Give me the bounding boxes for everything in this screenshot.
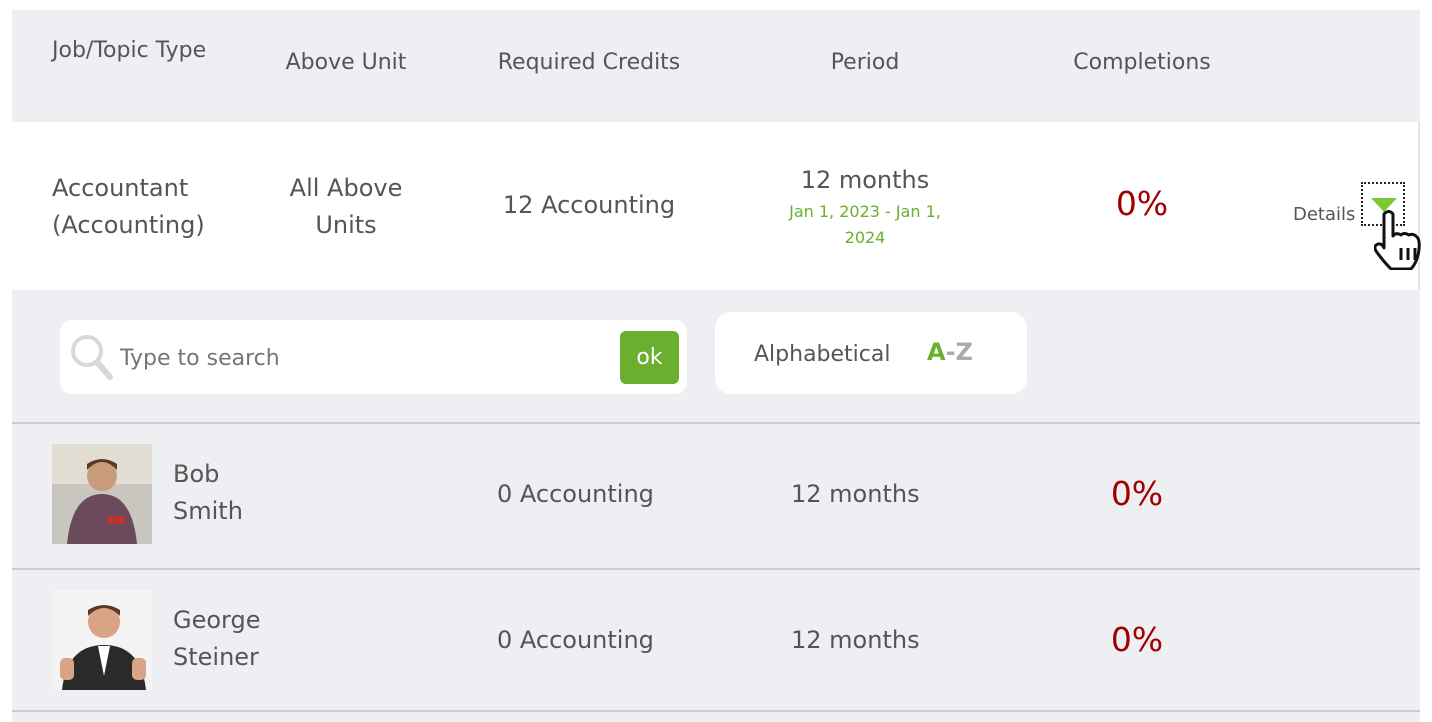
requirements-panel: Job/Topic Type Above Unit Required Credi… <box>12 10 1421 722</box>
user-name: George Steiner <box>173 602 261 676</box>
period: 12 months <box>800 166 930 194</box>
search-box: ok <box>60 320 687 394</box>
last-name: Smith <box>173 497 243 525</box>
sort-label: Alphabetical <box>754 342 891 367</box>
header-above-unit: Above Unit <box>285 50 407 75</box>
period-range: Jan 1, 2023 - Jan 1, 2024 <box>789 202 941 247</box>
user-row[interactable]: Bob Smith 0 Accounting 12 months 0% <box>12 422 1420 568</box>
header-period: Period <box>830 50 900 75</box>
user-avatar <box>52 444 152 544</box>
search-ok-button[interactable]: ok <box>620 331 679 384</box>
a-z-sort-icon: A-Z <box>927 338 973 366</box>
required-credits: 12 Accounting <box>502 191 676 219</box>
user-period: 12 months <box>791 480 920 508</box>
user-credits: 0 Accounting <box>497 626 654 654</box>
header-completions: Completions <box>1073 50 1211 75</box>
user-completions: 0% <box>1110 620 1164 659</box>
user-row[interactable]: George Steiner 0 Accounting 12 months 0% <box>12 568 1420 712</box>
sep: - <box>945 338 956 366</box>
hand-cursor-icon <box>1374 210 1421 270</box>
job-row: Accountant (Accounting) All Above Units … <box>12 122 1421 290</box>
user-name: Bob Smith <box>173 456 243 530</box>
job-type: Accountant (Accounting) <box>52 174 205 239</box>
search-input[interactable] <box>118 338 602 378</box>
completions: 0% <box>1115 184 1169 223</box>
z-letter: Z <box>955 338 973 366</box>
sort-alphabetical-button[interactable]: Alphabetical A-Z <box>715 312 1027 394</box>
search-icon <box>71 335 113 380</box>
header-required-credits: Required Credits <box>497 50 681 75</box>
user-completions: 0% <box>1110 474 1164 513</box>
details-link[interactable]: Details <box>1293 204 1355 225</box>
user-avatar <box>52 590 152 690</box>
first-name: Bob <box>173 460 220 488</box>
a-letter: A <box>927 338 946 366</box>
user-period: 12 months <box>791 626 920 654</box>
above-unit: All Above Units <box>289 174 403 239</box>
last-name: Steiner <box>173 643 259 671</box>
header-job-type: Job/Topic Type <box>52 38 207 63</box>
user-credits: 0 Accounting <box>497 480 654 508</box>
first-name: George <box>173 606 261 634</box>
